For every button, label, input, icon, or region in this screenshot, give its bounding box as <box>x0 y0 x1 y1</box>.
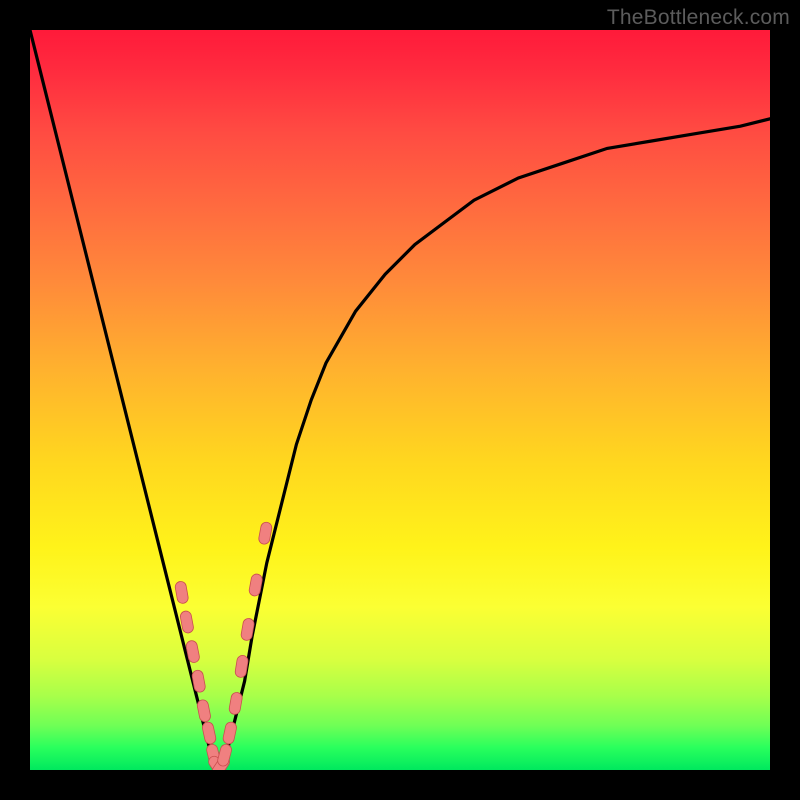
bottleneck-curve <box>30 30 770 770</box>
plot-area <box>30 30 770 770</box>
watermark-text: TheBottleneck.com <box>607 6 790 30</box>
marker-pill <box>174 581 189 605</box>
marker-pill <box>222 721 237 745</box>
marker-pill <box>196 699 211 723</box>
marker-pill <box>228 692 243 716</box>
curve-layer <box>30 30 770 770</box>
marker-pill <box>216 743 232 767</box>
highlight-markers <box>174 521 272 770</box>
marker-pill <box>201 721 216 745</box>
chart-frame: TheBottleneck.com <box>0 0 800 800</box>
